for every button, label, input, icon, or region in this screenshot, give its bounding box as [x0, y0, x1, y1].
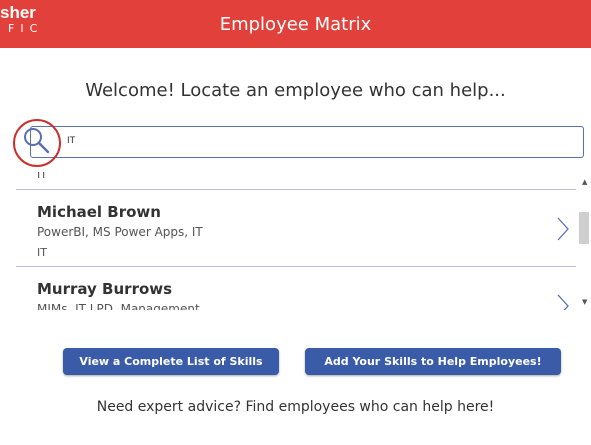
scroll-up-arrow[interactable]: ▲ — [582, 178, 587, 186]
search-box[interactable] — [30, 126, 584, 158]
employee-skills: PowerBI, MS Power Apps, IT — [37, 225, 203, 239]
employee-dept: IT — [37, 246, 47, 259]
employee-dept: IT — [37, 172, 47, 181]
app-header: sher FIC Employee Matrix — [0, 0, 591, 48]
search-input[interactable] — [67, 127, 567, 155]
list-item[interactable]: Murray Burrows MIMs, IT LPD, Management — [16, 267, 576, 310]
results-list: IT Michael Brown PowerBI, MS Power Apps,… — [16, 172, 576, 310]
search-icon[interactable] — [12, 118, 62, 168]
employee-name: Murray Burrows — [37, 280, 173, 298]
scrollbar-thumb[interactable] — [579, 212, 589, 244]
scroll-down-arrow[interactable]: ▼ — [582, 298, 587, 306]
welcome-heading: Welcome! Locate an employee who can help… — [85, 80, 506, 101]
footer-text: Need expert advice? Find employees who c… — [96, 399, 495, 415]
employee-name: Michael Brown — [37, 203, 161, 221]
chevron-right-icon[interactable] — [556, 293, 570, 310]
list-item[interactable]: Michael Brown PowerBI, MS Power Apps, IT… — [16, 190, 576, 267]
chevron-right-icon[interactable] — [556, 216, 570, 242]
view-skills-list-button[interactable]: View a Complete List of Skills — [63, 348, 279, 375]
list-item-partial[interactable]: IT — [16, 172, 576, 190]
app-title: Employee Matrix — [219, 14, 372, 35]
add-skills-button[interactable]: Add Your Skills to Help Employees! — [305, 348, 561, 375]
employee-skills: MIMs, IT LPD, Management — [37, 302, 200, 310]
